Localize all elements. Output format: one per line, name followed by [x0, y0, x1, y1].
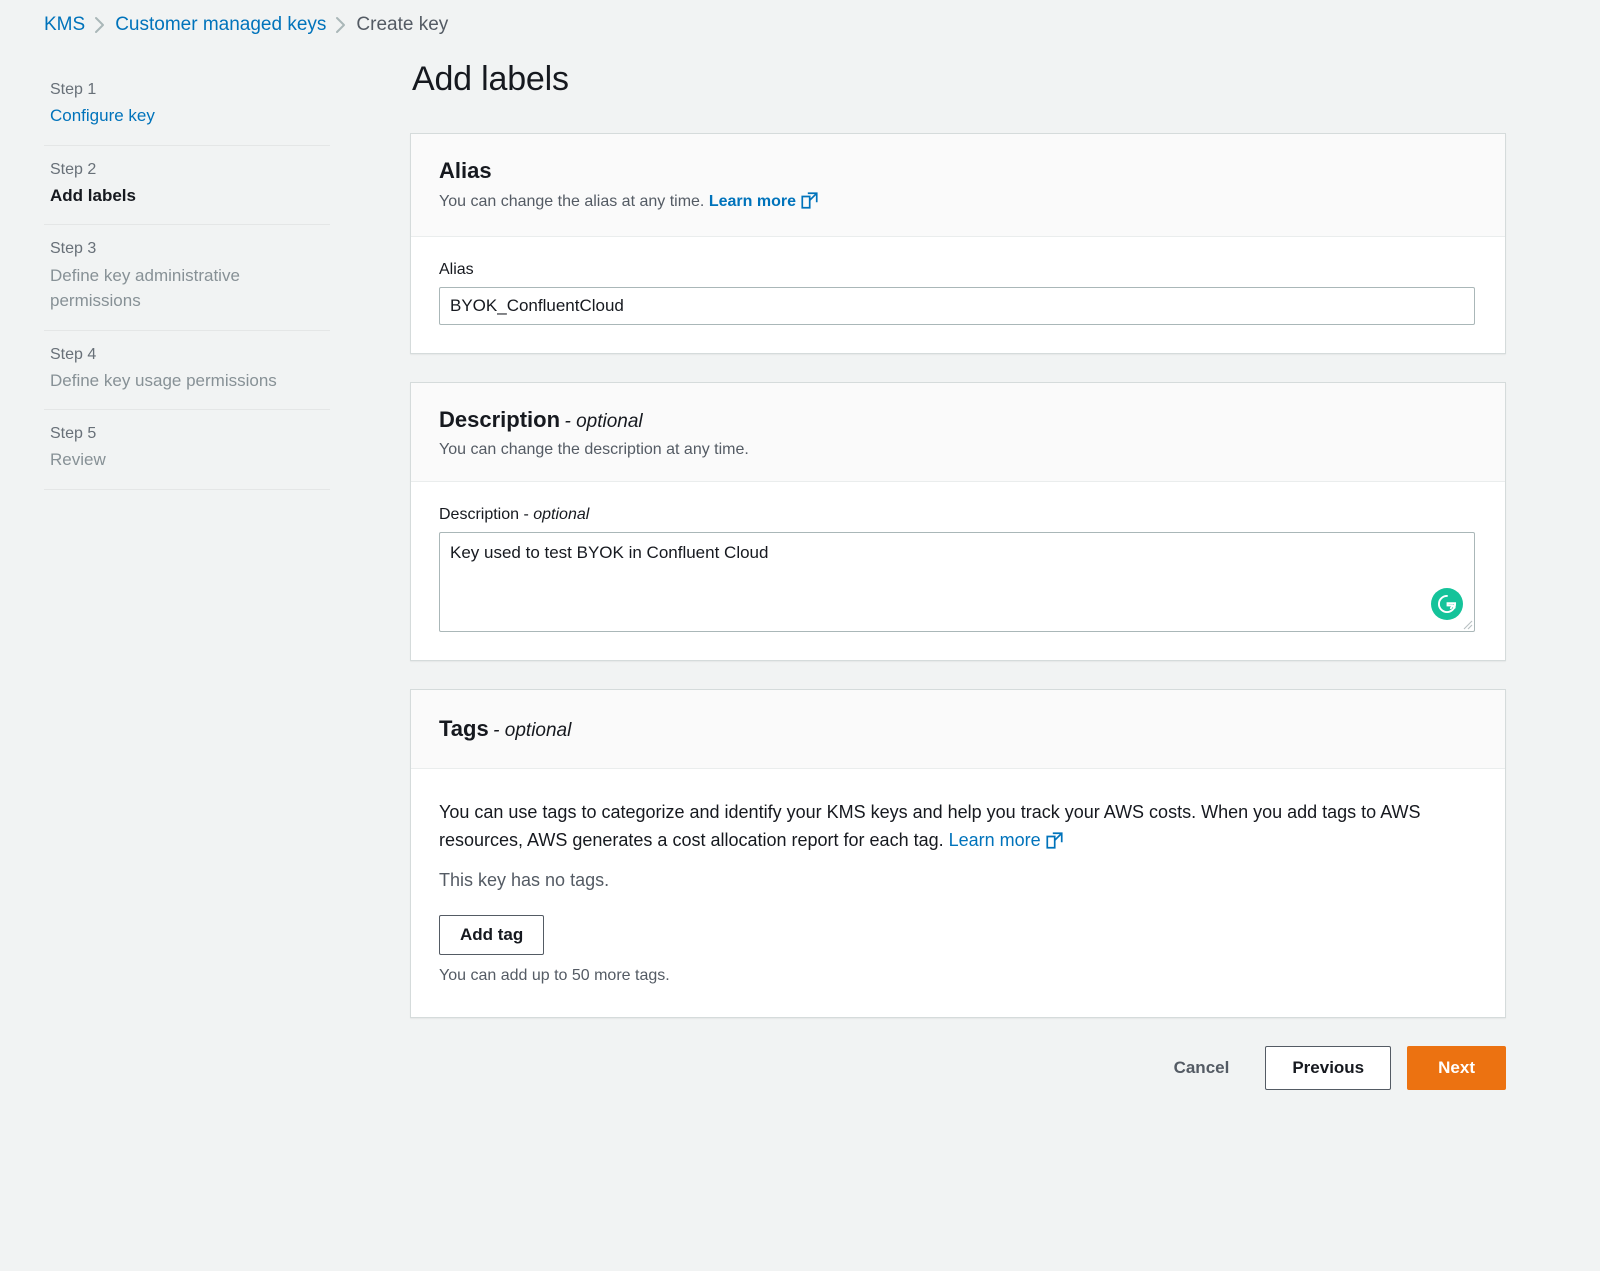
description-card-body: Description - optional Key used to test … — [411, 482, 1505, 660]
alias-input[interactable] — [439, 287, 1475, 325]
tags-paragraph-text: You can use tags to categorize and ident… — [439, 802, 1421, 850]
kms-create-key-page: KMS Customer managed keys Create key Ste… — [0, 0, 1600, 1271]
alias-card-heading: Alias — [439, 158, 492, 183]
page-title: Add labels — [412, 60, 1506, 99]
tags-card-header: Tags - optional — [411, 690, 1505, 769]
tags-card-body: You can use tags to categorize and ident… — [411, 769, 1505, 1017]
alias-description-text: You can change the alias at any time. — [439, 193, 704, 210]
wizard-step-1[interactable]: Step 1 Configure key — [44, 66, 330, 146]
tags-card-heading: Tags — [439, 716, 489, 741]
description-card-description: You can change the description at any ti… — [439, 441, 1477, 459]
step-title-add-labels: Add labels — [50, 183, 330, 209]
description-card-header: Description - optional You can change th… — [411, 383, 1505, 482]
step-number: Step 2 — [50, 158, 330, 181]
breadcrumb-item-kms[interactable]: KMS — [44, 14, 85, 36]
breadcrumb-item-create-key: Create key — [356, 14, 448, 36]
step-number: Step 5 — [50, 422, 330, 445]
description-field-label-optional: optional — [533, 506, 589, 523]
step-title-configure-key[interactable]: Configure key — [50, 103, 330, 129]
step-number: Step 3 — [50, 237, 330, 260]
chevron-right-icon — [85, 16, 115, 34]
chevron-right-icon — [326, 16, 356, 34]
step-title-review: Review — [50, 447, 330, 473]
tags-learn-more-link[interactable]: Learn more — [949, 830, 1063, 850]
alias-field-label: Alias — [439, 261, 1477, 279]
external-link-icon — [1046, 830, 1063, 858]
no-tags-text: This key has no tags. — [439, 870, 1477, 891]
step-title-define-key-administrative-permissions: Define key administrative permissions — [50, 263, 330, 314]
description-card-heading: Description — [439, 407, 560, 432]
alias-card: Alias You can change the alias at any ti… — [410, 133, 1506, 354]
step-number: Step 4 — [50, 343, 330, 366]
previous-button[interactable]: Previous — [1265, 1046, 1391, 1090]
wizard-step-3: Step 3 Define key administrative permiss… — [44, 225, 330, 330]
alias-card-description: You can change the alias at any time. Le… — [439, 192, 1477, 214]
external-link-icon — [801, 192, 818, 214]
alias-learn-more-link[interactable]: Learn more — [709, 193, 818, 210]
breadcrumb-item-customer-managed-keys[interactable]: Customer managed keys — [115, 14, 326, 36]
grammarly-icon[interactable] — [1431, 588, 1463, 620]
description-card-heading-optional: - optional — [564, 411, 642, 432]
tags-card: Tags - optional You can use tags to cate… — [410, 689, 1506, 1018]
wizard-step-5: Step 5 Review — [44, 410, 330, 490]
description-field-label: Description - optional — [439, 506, 1477, 524]
description-textarea-wrapper: Key used to test BYOK in Confluent Cloud — [439, 532, 1475, 632]
step-number: Step 1 — [50, 78, 330, 101]
breadcrumb: KMS Customer managed keys Create key — [44, 14, 448, 36]
wizard-step-2: Step 2 Add labels — [44, 146, 330, 226]
alias-card-body: Alias — [411, 237, 1505, 353]
wizard-actions: Cancel Previous Next — [410, 1046, 1506, 1130]
main-content: Add labels Alias You can change the alia… — [410, 60, 1506, 1130]
add-tag-button[interactable]: Add tag — [439, 915, 544, 955]
alias-card-header: Alias You can change the alias at any ti… — [411, 134, 1505, 237]
more-tags-hint: You can add up to 50 more tags. — [439, 967, 1477, 985]
tags-card-heading-optional: - optional — [493, 720, 571, 741]
cancel-button[interactable]: Cancel — [1152, 1047, 1252, 1089]
description-card: Description - optional You can change th… — [410, 382, 1506, 661]
next-button[interactable]: Next — [1407, 1046, 1506, 1090]
wizard-step-4: Step 4 Define key usage permissions — [44, 331, 330, 411]
wizard-step-nav: Step 1 Configure key Step 2 Add labels S… — [44, 66, 330, 490]
description-field-label-text: Description - — [439, 506, 533, 523]
tags-description-paragraph: You can use tags to categorize and ident… — [439, 799, 1469, 858]
step-title-define-key-usage-permissions: Define key usage permissions — [50, 368, 330, 394]
description-textarea[interactable]: Key used to test BYOK in Confluent Cloud — [439, 532, 1475, 632]
